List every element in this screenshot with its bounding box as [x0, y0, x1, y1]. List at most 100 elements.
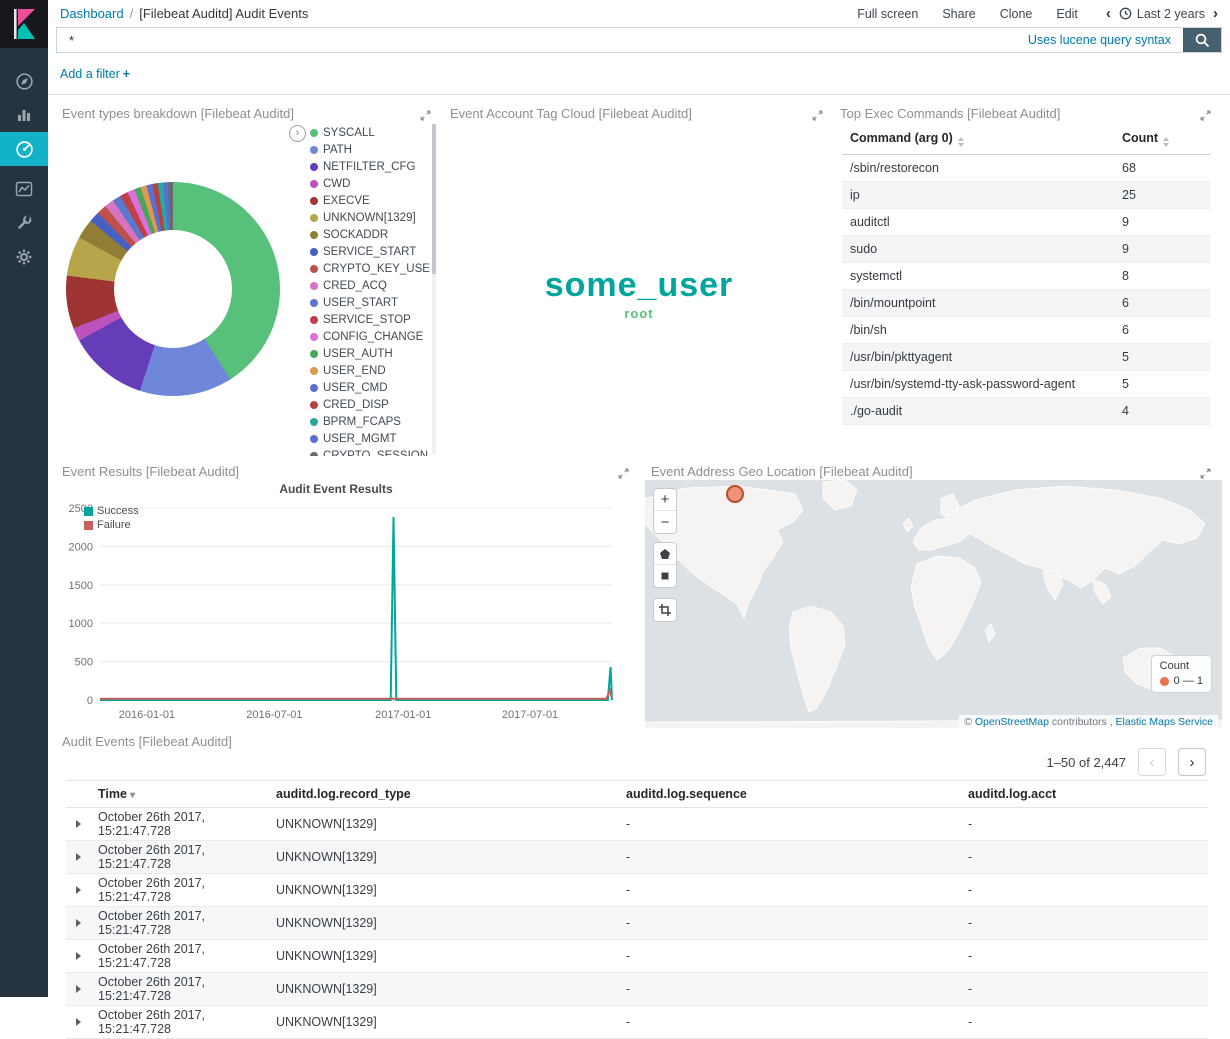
expand-row-button[interactable] — [66, 985, 90, 993]
legend-item[interactable]: BPRM_FCAPS — [310, 413, 430, 430]
table-row[interactable]: October 26th 2017, 15:21:47.728UNKNOWN[1… — [66, 973, 1208, 1006]
table-row[interactable]: sudo9 — [842, 236, 1210, 263]
panel-top-exec-commands: Top Exec Commands [Filebeat Auditd] Comm… — [834, 100, 1222, 458]
draw-polygon-button[interactable] — [654, 543, 676, 565]
time-previous-button[interactable]: ‹ — [1106, 6, 1111, 21]
zoom-in-button[interactable]: + — [654, 489, 676, 511]
table-row[interactable]: /usr/bin/pkttyagent5 — [842, 344, 1210, 371]
legend-item[interactable]: SERVICE_START — [310, 243, 430, 260]
results-line-chart[interactable]: 050010001500200025002016-01-012016-07-01… — [60, 498, 636, 724]
breadcrumb-dashboard-link[interactable]: Dashboard — [60, 6, 124, 21]
table-row[interactable]: auditctl9 — [842, 209, 1210, 236]
column-header-time[interactable]: Time▾ — [90, 787, 268, 801]
legend-swatch — [310, 367, 318, 375]
table-row[interactable]: October 26th 2017, 15:21:47.728UNKNOWN[1… — [66, 841, 1208, 874]
expand-row-button[interactable] — [66, 820, 90, 828]
legend-item[interactable]: CRED_ACQ — [310, 277, 430, 294]
expand-row-button[interactable] — [66, 886, 90, 894]
legend-item[interactable]: CRED_DISP — [310, 396, 430, 413]
legend-item[interactable]: NETFILTER_CFG — [310, 158, 430, 175]
panel-expand-button[interactable] — [1200, 108, 1212, 120]
column-header-command[interactable]: Command (arg 0) — [850, 131, 1122, 147]
lucene-syntax-link[interactable]: Uses lucene query syntax — [1028, 33, 1171, 47]
search-button[interactable] — [1183, 28, 1221, 52]
panel-expand-button[interactable] — [618, 466, 630, 478]
legend-label: NETFILTER_CFG — [323, 161, 415, 173]
sequence-cell: - — [618, 916, 960, 930]
tag-word[interactable]: some_user — [545, 268, 734, 302]
table-row[interactable]: October 26th 2017, 15:21:47.728UNKNOWN[1… — [66, 874, 1208, 907]
legend-item[interactable]: Failure — [84, 518, 139, 532]
audit-events-table: Time▾ auditd.log.record_type auditd.log.… — [66, 780, 1208, 1039]
column-header-sequence[interactable]: auditd.log.sequence — [618, 787, 960, 801]
legend-item[interactable]: CRYPTO_KEY_USER — [310, 260, 430, 277]
elastic-maps-link[interactable]: Elastic Maps Service — [1116, 716, 1213, 728]
tag-word[interactable]: root — [624, 307, 653, 320]
time-cell: October 26th 2017, 15:21:47.728 — [90, 909, 268, 937]
legend-item[interactable]: USER_AUTH — [310, 345, 430, 362]
legend-item[interactable]: USER_CMD — [310, 379, 430, 396]
legend-toggle-button[interactable]: › — [289, 125, 306, 142]
table-row[interactable]: October 26th 2017, 15:21:47.728UNKNOWN[1… — [66, 940, 1208, 973]
legend-item[interactable]: Success — [84, 504, 139, 518]
table-row[interactable]: /bin/mountpoint6 — [842, 290, 1210, 317]
panel-expand-button[interactable] — [1200, 466, 1212, 478]
time-next-button[interactable]: › — [1213, 6, 1218, 21]
legend-item[interactable]: UNKNOWN[1329] — [310, 209, 430, 226]
table-row[interactable]: October 26th 2017, 15:21:47.728UNKNOWN[1… — [66, 808, 1208, 841]
legend-item[interactable]: SERVICE_STOP — [310, 311, 430, 328]
table-row[interactable]: /bin/sh6 — [842, 317, 1210, 344]
openstreetmap-link[interactable]: OpenStreetMap — [975, 716, 1049, 728]
share-button[interactable]: Share — [942, 7, 975, 21]
legend-item[interactable]: EXECVE — [310, 192, 430, 209]
legend-item[interactable]: PATH — [310, 141, 430, 158]
table-row[interactable]: systemctl8 — [842, 263, 1210, 290]
time-picker-button[interactable]: Last 2 years — [1119, 7, 1205, 21]
column-header-acct[interactable]: auditd.log.acct — [960, 787, 1208, 801]
panel-expand-button[interactable] — [812, 108, 824, 120]
sidebar-item-visualize[interactable] — [0, 98, 48, 132]
legend-item[interactable]: SYSCALL — [310, 124, 430, 141]
legend-item[interactable]: CRYPTO_SESSION — [310, 447, 430, 456]
legend-item[interactable]: USER_END — [310, 362, 430, 379]
panel-expand-button[interactable] — [420, 108, 432, 120]
add-filter-button[interactable]: Add a filter+ — [60, 67, 130, 81]
zoom-out-button[interactable]: − — [654, 511, 676, 533]
sidebar-item-devtools[interactable] — [0, 206, 48, 240]
geo-point-marker[interactable] — [726, 485, 744, 503]
previous-page-button[interactable]: ‹ — [1138, 748, 1166, 776]
table-row[interactable]: ./go-audit4 — [842, 398, 1210, 425]
world-map[interactable]: + − Count 0 — 1 © OpenStreet — [645, 480, 1222, 735]
legend-item[interactable]: CWD — [310, 175, 430, 192]
draw-rectangle-button[interactable] — [654, 565, 676, 587]
legend-scrollbar[interactable] — [432, 124, 436, 454]
sidebar-item-management[interactable] — [0, 240, 48, 274]
table-row[interactable]: /sbin/restorecon68 — [842, 155, 1210, 182]
legend-item[interactable]: SOCKADDR — [310, 226, 430, 243]
column-header-count[interactable]: Count — [1122, 131, 1202, 147]
column-header-record-type[interactable]: auditd.log.record_type — [268, 787, 618, 801]
table-row[interactable]: October 26th 2017, 15:21:47.728UNKNOWN[1… — [66, 907, 1208, 940]
search-query-input[interactable] — [57, 28, 1028, 52]
expand-row-button[interactable] — [66, 919, 90, 927]
crop-button[interactable] — [654, 599, 676, 621]
next-page-button[interactable]: › — [1178, 748, 1206, 776]
table-row[interactable]: October 26th 2017, 15:21:47.728UNKNOWN[1… — [66, 1006, 1208, 1039]
expand-row-button[interactable] — [66, 952, 90, 960]
legend-scrollbar-thumb[interactable] — [432, 124, 436, 274]
legend-swatch — [310, 299, 318, 307]
sidebar-item-timelion[interactable] — [0, 172, 48, 206]
edit-button[interactable]: Edit — [1056, 7, 1078, 21]
full-screen-button[interactable]: Full screen — [857, 7, 918, 21]
sidebar-item-discover[interactable] — [0, 64, 48, 98]
legend-item[interactable]: CONFIG_CHANGE — [310, 328, 430, 345]
table-row[interactable]: /usr/bin/systemd-tty-ask-password-agent5 — [842, 371, 1210, 398]
sidebar-item-dashboard[interactable] — [0, 132, 48, 166]
legend-item[interactable]: USER_START — [310, 294, 430, 311]
kibana-logo[interactable] — [0, 0, 48, 48]
table-row[interactable]: ip25 — [842, 182, 1210, 209]
clone-button[interactable]: Clone — [1000, 7, 1033, 21]
expand-row-button[interactable] — [66, 853, 90, 861]
legend-item[interactable]: USER_MGMT — [310, 430, 430, 447]
expand-row-button[interactable] — [66, 1018, 90, 1026]
